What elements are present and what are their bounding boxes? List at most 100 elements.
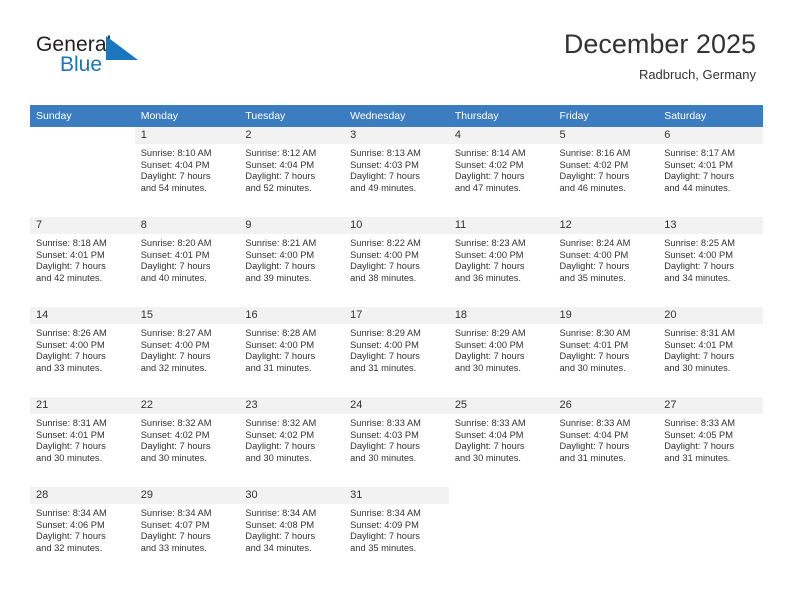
calendar-day-cell[interactable]: 22 Sunrise: 8:32 AM Sunset: 4:02 PM Dayligh… xyxy=(134,397,240,481)
day-cell-content: 31 Sunrise: 8:34 AM Sunset: 4:09 PM Dayligh… xyxy=(344,487,449,571)
calendar-day-cell[interactable]: 29 Sunrise: 8:34 AM Sunset: 4:07 PM Dayligh… xyxy=(134,487,240,571)
calendar-day-cell[interactable]: 9 Sunrise: 8:21 AM Sunset: 4:00 PM Daylight… xyxy=(239,217,345,301)
day-details: Sunrise: 8:21 AM Sunset: 4:00 PM Daylight:… xyxy=(239,234,344,284)
day-details: Sunrise: 8:29 AM Sunset: 4:00 PM Daylight:… xyxy=(344,324,449,374)
day-daylight2-text: and 30 minutes. xyxy=(140,452,207,463)
day-sunset-text: Sunset: 4:00 PM xyxy=(454,339,524,350)
day-daylight1-text: Daylight: 7 hours xyxy=(664,171,734,182)
calendar-day-cell[interactable]: 12 Sunrise: 8:24 AM Sunset: 4:00 PM Dayligh… xyxy=(553,217,659,301)
calendar-day-cell[interactable]: 1 Sunrise: 8:10 AM Sunset: 4:04 PM Daylight… xyxy=(134,127,240,211)
day-details: Sunrise: 8:17 AM Sunset: 4:01 PM Daylight:… xyxy=(658,144,763,194)
calendar-day-cell[interactable]: 6 Sunrise: 8:17 AM Sunset: 4:01 PM Daylight… xyxy=(658,127,763,211)
day-number: 24 xyxy=(344,397,449,414)
calendar-day-cell[interactable]: 20 Sunrise: 8:31 AM Sunset: 4:01 PM Dayligh… xyxy=(658,307,763,391)
calendar-day-cell[interactable]: 16 Sunrise: 8:28 AM Sunset: 4:00 PM Dayligh… xyxy=(239,307,345,391)
calendar-day-cell[interactable]: 26 Sunrise: 8:33 AM Sunset: 4:04 PM Dayligh… xyxy=(553,397,659,481)
day-daylight1-text: Daylight: 7 hours xyxy=(454,351,525,362)
calendar-day-cell[interactable]: 21 Sunrise: 8:31 AM Sunset: 4:01 PM Dayligh… xyxy=(30,397,135,481)
day-sunset-text: Sunset: 4:00 PM xyxy=(245,339,315,350)
day-sunset-text: Sunset: 4:04 PM xyxy=(245,159,315,170)
day-sunset-text: Sunset: 4:00 PM xyxy=(454,249,524,260)
day-daylight1-text: Daylight: 7 hours xyxy=(140,531,211,542)
day-daylight2-text: and 30 minutes. xyxy=(350,452,417,463)
calendar-day-cell[interactable]: 28 Sunrise: 8:34 AM Sunset: 4:06 PM Dayligh… xyxy=(30,487,135,571)
triangle-logo-icon xyxy=(106,36,138,60)
day-sunrise-text: Sunrise: 8:16 AM xyxy=(559,148,631,158)
day-sunrise-text: Sunrise: 8:33 AM xyxy=(664,418,736,428)
calendar-day-cell[interactable]: 5 Sunrise: 8:16 AM Sunset: 4:02 PM Daylight… xyxy=(553,127,659,211)
day-daylight2-text: and 40 minutes. xyxy=(140,272,207,283)
day-daylight2-text: and 49 minutes. xyxy=(350,182,417,193)
day-details: Sunrise: 8:23 AM Sunset: 4:00 PM Daylight:… xyxy=(449,234,554,284)
day-details: Sunrise: 8:25 AM Sunset: 4:00 PM Daylight:… xyxy=(658,234,763,284)
day-sunrise-text: Sunrise: 8:34 AM xyxy=(140,508,212,518)
weekday-header-thursday: Thursday xyxy=(448,105,554,127)
calendar-day-cell[interactable]: 15 Sunrise: 8:27 AM Sunset: 4:00 PM Dayligh… xyxy=(134,307,240,391)
day-sunrise-text: Sunrise: 8:33 AM xyxy=(454,418,526,428)
day-daylight1-text: Daylight: 7 hours xyxy=(664,261,734,272)
calendar-day-cell[interactable]: 31 Sunrise: 8:34 AM Sunset: 4:09 PM Dayligh… xyxy=(344,487,449,571)
calendar-day-cell[interactable]: 27 Sunrise: 8:33 AM Sunset: 4:05 PM Dayligh… xyxy=(658,397,763,481)
day-sunset-text: Sunset: 4:01 PM xyxy=(36,249,105,260)
day-sunrise-text: Sunrise: 8:20 AM xyxy=(140,238,212,248)
day-details: Sunrise: 8:16 AM Sunset: 4:02 PM Daylight:… xyxy=(554,144,659,194)
day-daylight2-text: and 33 minutes. xyxy=(36,362,103,373)
day-daylight1-text: Daylight: 7 hours xyxy=(350,261,420,272)
day-sunrise-text: Sunrise: 8:22 AM xyxy=(350,238,421,248)
day-number: 11 xyxy=(448,217,554,234)
day-sunset-text: Sunset: 4:01 PM xyxy=(664,339,733,350)
day-details: Sunrise: 8:29 AM Sunset: 4:00 PM Daylight:… xyxy=(449,324,554,374)
day-sunrise-text: Sunrise: 8:10 AM xyxy=(140,148,212,158)
calendar-week-row: 21 Sunrise: 8:31 AM Sunset: 4:01 PM Dayligh… xyxy=(30,397,763,481)
calendar-day-cell[interactable]: 8 Sunrise: 8:20 AM Sunset: 4:01 PM Daylight… xyxy=(134,217,240,301)
day-daylight1-text: Daylight: 7 hours xyxy=(245,261,316,272)
calendar-day-cell[interactable]: 25 Sunrise: 8:33 AM Sunset: 4:04 PM Dayligh… xyxy=(448,397,554,481)
calendar-day-cell[interactable]: 14 Sunrise: 8:26 AM Sunset: 4:00 PM Dayligh… xyxy=(30,307,135,391)
day-number: 4 xyxy=(448,127,554,144)
calendar-day-cell[interactable]: 18 Sunrise: 8:29 AM Sunset: 4:00 PM Dayligh… xyxy=(448,307,554,391)
calendar-day-cell[interactable]: 24 Sunrise: 8:33 AM Sunset: 4:03 PM Dayligh… xyxy=(344,397,449,481)
day-daylight1-text: Daylight: 7 hours xyxy=(245,531,316,542)
day-sunset-text: Sunset: 4:00 PM xyxy=(36,339,105,350)
day-daylight2-text: and 35 minutes. xyxy=(350,542,417,553)
calendar-day-cell[interactable]: 13 Sunrise: 8:25 AM Sunset: 4:00 PM Dayligh… xyxy=(658,217,763,301)
calendar-day-cell[interactable]: 2 Sunrise: 8:12 AM Sunset: 4:04 PM Daylight… xyxy=(239,127,345,211)
day-sunset-text: Sunset: 4:04 PM xyxy=(140,159,210,170)
page-title: December 2025 xyxy=(563,29,756,59)
calendar-header-row: Sunday Monday Tuesday Wednesday Thursday… xyxy=(30,105,763,127)
day-sunrise-text: Sunrise: 8:24 AM xyxy=(559,238,631,248)
weekday-header-saturday: Saturday xyxy=(658,105,763,127)
calendar-week-row: 14 Sunrise: 8:26 AM Sunset: 4:00 PM Dayligh… xyxy=(30,307,763,391)
day-sunrise-text: Sunrise: 8:32 AM xyxy=(245,418,317,428)
calendar-day-cell[interactable]: 3 Sunrise: 8:13 AM Sunset: 4:03 PM Daylight… xyxy=(344,127,449,211)
calendar-week-row: 28 Sunrise: 8:34 AM Sunset: 4:06 PM Dayligh… xyxy=(30,487,763,571)
day-sunrise-text: Sunrise: 8:21 AM xyxy=(245,238,317,248)
day-sunrise-text: Sunrise: 8:33 AM xyxy=(350,418,421,428)
day-number: 19 xyxy=(553,307,659,324)
calendar-day-cell[interactable]: 19 Sunrise: 8:30 AM Sunset: 4:01 PM Dayligh… xyxy=(553,307,659,391)
calendar-day-cell[interactable]: 30 Sunrise: 8:34 AM Sunset: 4:08 PM Dayligh… xyxy=(239,487,345,571)
day-sunset-text: Sunset: 4:00 PM xyxy=(350,339,419,350)
day-sunset-text: Sunset: 4:04 PM xyxy=(559,429,629,440)
calendar-day-cell[interactable]: 17 Sunrise: 8:29 AM Sunset: 4:00 PM Dayligh… xyxy=(344,307,449,391)
day-sunrise-text: Sunrise: 8:33 AM xyxy=(559,418,631,428)
calendar-day-cell[interactable]: 10 Sunrise: 8:22 AM Sunset: 4:00 PM Dayligh… xyxy=(344,217,449,301)
day-number: 27 xyxy=(658,397,763,414)
day-sunset-text: Sunset: 4:00 PM xyxy=(140,339,210,350)
day-cell-content: 12 Sunrise: 8:24 AM Sunset: 4:00 PM Dayligh… xyxy=(553,217,659,301)
calendar-empty-cell xyxy=(448,487,554,571)
calendar-day-cell[interactable]: 7 Sunrise: 8:18 AM Sunset: 4:01 PM Daylight… xyxy=(30,217,135,301)
day-number: 28 xyxy=(30,487,135,504)
day-daylight2-text: and 46 minutes. xyxy=(559,182,626,193)
general-blue-logo[interactable]: General Blue xyxy=(36,33,166,85)
day-sunset-text: Sunset: 4:03 PM xyxy=(350,159,419,170)
day-number: 2 xyxy=(239,127,345,144)
day-daylight1-text: Daylight: 7 hours xyxy=(350,441,420,452)
calendar-day-cell[interactable]: 4 Sunrise: 8:14 AM Sunset: 4:02 PM Daylight… xyxy=(448,127,554,211)
day-sunset-text: Sunset: 4:01 PM xyxy=(559,339,629,350)
day-number: 10 xyxy=(344,217,449,234)
calendar-day-cell[interactable]: 11 Sunrise: 8:23 AM Sunset: 4:00 PM Dayligh… xyxy=(448,217,554,301)
day-daylight2-text: and 30 minutes. xyxy=(454,452,521,463)
weekday-header-wednesday: Wednesday xyxy=(344,105,449,127)
calendar-day-cell[interactable]: 23 Sunrise: 8:32 AM Sunset: 4:02 PM Dayligh… xyxy=(239,397,345,481)
